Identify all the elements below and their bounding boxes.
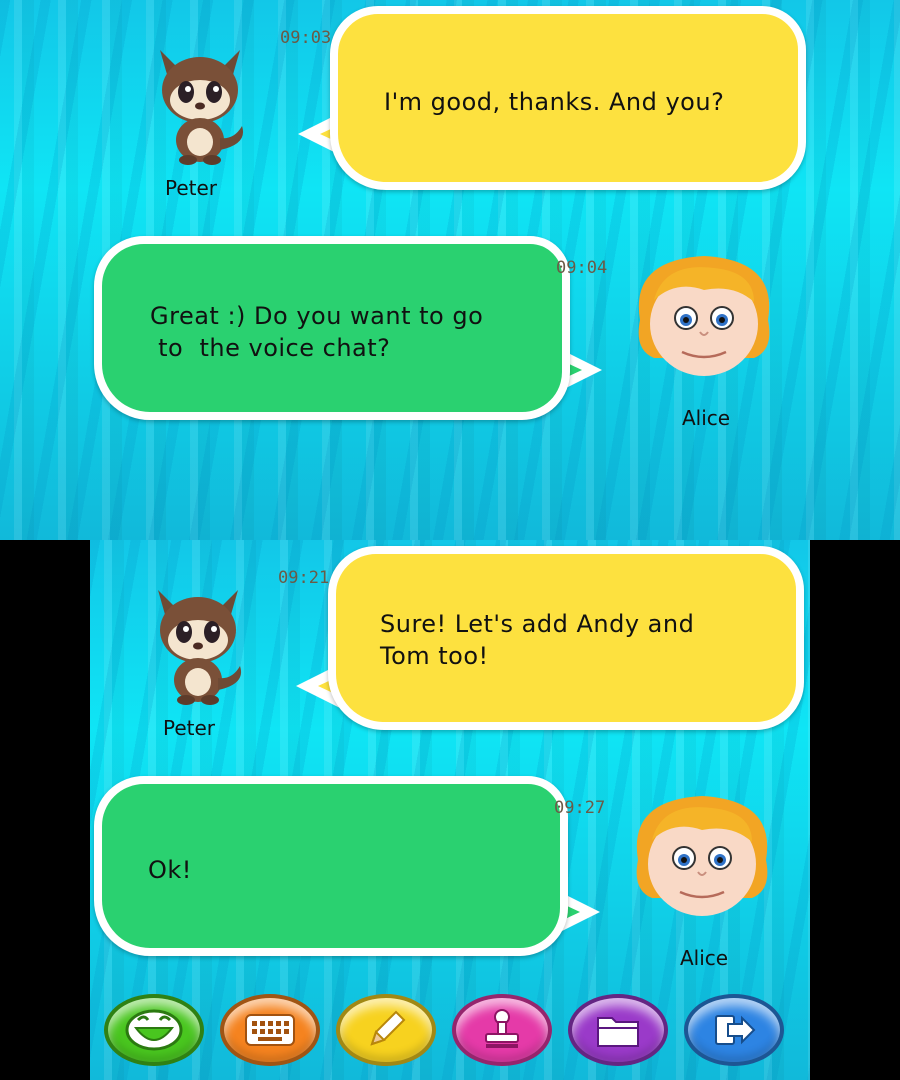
message-bubble-peter: I'm good, thanks. And you? [330,6,806,190]
pencil-button[interactable] [336,994,436,1066]
peter-avatar-icon [148,580,248,709]
alice-avatar-icon [624,250,784,384]
toolbar [90,956,810,1080]
sender-name: Alice [682,406,731,430]
smile-icon [125,1009,183,1051]
bottom-screen: Peter 09:21 Sure! Let's add Andy and Tom… [90,540,810,1080]
top-screen: Peter 09:03 I'm good, thanks. And you? G… [0,0,900,540]
sender-name: Peter [165,176,218,200]
message-time: 09:04 [556,258,608,278]
message-text: Sure! Let's add Andy and [380,610,695,638]
folder-icon [597,1017,639,1047]
message-text: Great :) Do you want to go [150,302,484,330]
exit-icon [715,1015,756,1045]
message-time: 09:21 [278,568,330,588]
stamp-button[interactable] [452,994,552,1066]
message-time: 09:27 [554,798,606,818]
message-time: 09:03 [280,28,332,48]
peter-avatar-icon [150,40,250,169]
message-bubble-alice: Great :) Do you want to go to the voice … [94,236,570,420]
keyboard-icon [245,1014,295,1046]
message-text: I'm good, thanks. And you? [384,88,725,116]
keyboard-button[interactable] [220,994,320,1066]
message-text: Tom too! [380,642,489,670]
message-text: Ok! [148,856,192,884]
message-bubble-alice: Ok! [94,776,568,956]
message-bubble-peter: Sure! Let's add Andy and Tom too! [328,546,804,730]
folder-button[interactable] [568,994,668,1066]
sender-name: Peter [163,716,216,740]
alice-avatar-icon [622,790,782,924]
pencil-icon [370,1010,406,1046]
smile-button[interactable] [104,994,204,1066]
stamp-icon [485,1009,519,1048]
exit-button[interactable] [684,994,784,1066]
message-text: to the voice chat? [150,334,391,362]
